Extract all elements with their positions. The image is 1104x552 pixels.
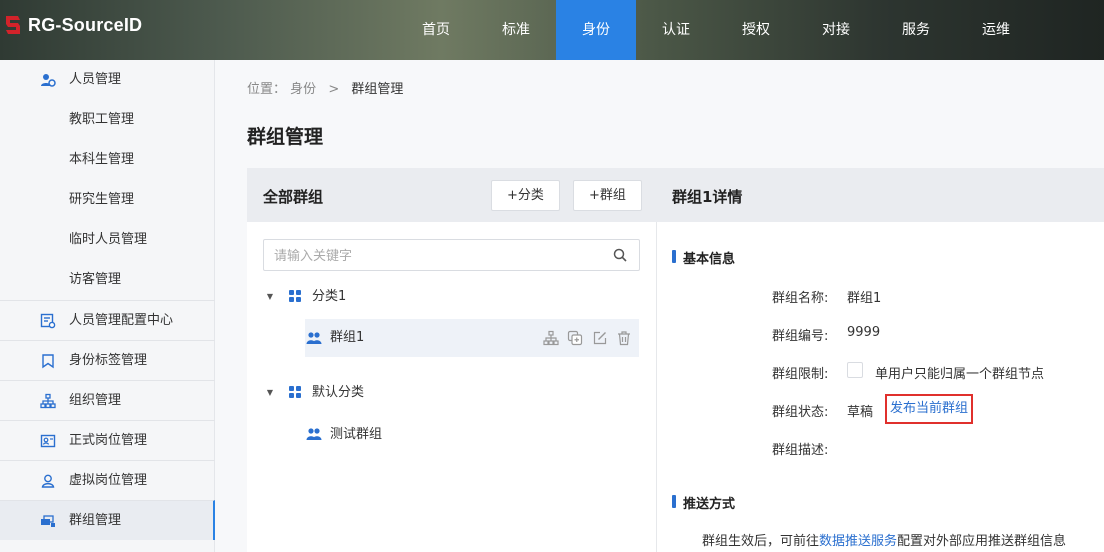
data-push-service-link[interactable]: 数据推送服务 <box>819 534 897 549</box>
sidebar-item-visitor[interactable]: 访客管理 <box>0 260 215 300</box>
category-icon <box>289 386 302 399</box>
nav-identity[interactable]: 身份 <box>556 0 636 60</box>
group-users-icon <box>306 331 322 349</box>
sidebar-item-label: 虚拟岗位管理 <box>69 473 148 488</box>
sidebar-item-label: 研究生管理 <box>69 192 135 207</box>
search-input[interactable] <box>274 246 604 266</box>
config-center-icon <box>40 313 56 329</box>
sidebar-item-staff[interactable]: 教职工管理 <box>0 100 215 140</box>
group-desc-label: 群组描述: <box>772 443 829 458</box>
sidebar-item-label: 正式岗位管理 <box>69 433 148 448</box>
group-limit-text: 单用户只能归属一个群组节点 <box>875 367 1045 382</box>
sidebar-item-label: 人员管理配置中心 <box>69 313 174 328</box>
push-text-suffix: 配置对外部应用推送群组信息 <box>897 534 1067 549</box>
page-title: 群组管理 <box>247 126 324 148</box>
section-marker <box>672 250 676 263</box>
group-limit-label: 群组限制: <box>772 367 829 382</box>
tree-group-label: 群组1 <box>330 330 365 345</box>
nav-authorization[interactable]: 授权 <box>716 0 796 60</box>
nav-home[interactable]: 首页 <box>396 0 476 60</box>
group-status-value: 草稿 <box>847 405 874 420</box>
group-limit-checkbox[interactable] <box>847 362 863 378</box>
category-icon <box>289 290 302 303</box>
group-users-icon <box>306 427 322 445</box>
panel-divider <box>656 222 657 552</box>
sidebar-item-identity-tags[interactable]: 身份标签管理 <box>0 340 215 380</box>
sidebar-item-label: 组织管理 <box>69 393 122 408</box>
org-tree-icon <box>40 393 56 409</box>
left-panel-title: 全部群组 <box>263 188 324 206</box>
breadcrumb-separator: > <box>328 82 340 97</box>
add-group-button[interactable]: +群组 <box>573 180 642 211</box>
right-panel-title: 群组1详情 <box>672 188 743 206</box>
nav-service[interactable]: 服务 <box>876 0 956 60</box>
sidebar-item-config-center[interactable]: 人员管理配置中心 <box>0 300 215 340</box>
breadcrumb-parent[interactable]: 身份 <box>290 82 316 97</box>
logo-mark-icon <box>4 14 22 36</box>
group-code-label: 群组编号: <box>772 329 829 344</box>
sidebar-item-label: 访客管理 <box>69 272 122 287</box>
push-description: 群组生效后，可前往数据推送服务配置对外部应用推送群组信息 <box>702 530 1066 549</box>
group-card: 全部群组 +分类 +群组 群组1详情 ▼ 分类1 群组1 <box>247 168 1104 552</box>
group-status-label: 群组状态: <box>772 405 829 420</box>
push-method-title: 推送方式 <box>683 497 736 512</box>
main-content: 位置： 身份 > 群组管理 群组管理 全部群组 +分类 +群组 群组1详情 ▼ … <box>215 60 1104 552</box>
nav-auth[interactable]: 认证 <box>636 0 716 60</box>
top-header: RG-SourceID 首页 标准 身份 认证 授权 对接 服务 运维 <box>0 0 1104 60</box>
sidebar-item-label: 临时人员管理 <box>69 232 148 247</box>
user-admin-icon <box>40 72 56 88</box>
group-icon <box>40 513 56 529</box>
nav-integration[interactable]: 对接 <box>796 0 876 60</box>
breadcrumb: 位置： 身份 > 群组管理 <box>247 78 403 97</box>
sidebar-item-undergrad[interactable]: 本科生管理 <box>0 140 215 180</box>
logo[interactable]: RG-SourceID <box>4 13 142 37</box>
group-name-value: 群组1 <box>847 291 882 306</box>
search-icon[interactable] <box>613 248 627 262</box>
sidebar: 人员管理 教职工管理 本科生管理 研究生管理 临时人员管理 访客管理 人员管理配… <box>0 60 215 552</box>
sidebar-item-label: 本科生管理 <box>69 152 135 167</box>
group-code-value: 9999 <box>847 325 881 340</box>
delete-icon[interactable] <box>616 330 632 346</box>
edit-icon[interactable] <box>592 330 608 346</box>
logo-text: RG-SourceID <box>28 14 143 35</box>
expand-caret-icon[interactable]: ▼ <box>265 292 275 301</box>
group-name-label: 群组名称: <box>772 291 829 306</box>
add-category-button[interactable]: +分类 <box>491 180 560 211</box>
sidebar-item-personnel[interactable]: 人员管理 <box>0 60 215 100</box>
section-marker <box>672 495 676 508</box>
sidebar-item-virtual-post[interactable]: 虚拟岗位管理 <box>0 460 215 500</box>
sidebar-item-org[interactable]: 组织管理 <box>0 380 215 420</box>
breadcrumb-prefix: 位置： <box>247 82 287 97</box>
push-text-prefix: 群组生效后，可前往 <box>702 534 820 549</box>
sidebar-item-group-mgmt[interactable]: 群组管理 <box>0 500 215 540</box>
search-box <box>263 239 640 271</box>
tree-category[interactable]: 分类1 <box>312 278 346 316</box>
org-structure-icon[interactable] <box>543 330 559 346</box>
copy-add-icon[interactable] <box>567 330 583 346</box>
tree-category[interactable]: 默认分类 <box>312 374 364 412</box>
sidebar-item-formal-post[interactable]: 正式岗位管理 <box>0 420 215 460</box>
tree-group-label[interactable]: 测试群组 <box>330 416 382 454</box>
sidebar-item-grad[interactable]: 研究生管理 <box>0 180 215 220</box>
sidebar-item-temp[interactable]: 临时人员管理 <box>0 220 215 260</box>
sidebar-item-label: 教职工管理 <box>69 112 135 127</box>
basic-info-title: 基本信息 <box>683 252 736 267</box>
virtual-user-icon <box>40 473 56 489</box>
breadcrumb-current: 群组管理 <box>351 82 404 97</box>
nav-standard[interactable]: 标准 <box>476 0 556 60</box>
id-card-icon <box>40 433 56 449</box>
sidebar-item-label: 人员管理 <box>69 72 122 87</box>
sidebar-item-label: 群组管理 <box>69 513 122 528</box>
publish-group-link[interactable]: 发布当前群组 <box>885 394 974 424</box>
nav-ops[interactable]: 运维 <box>956 0 1036 60</box>
expand-caret-icon[interactable]: ▼ <box>265 388 275 397</box>
main-nav: 首页 标准 身份 认证 授权 对接 服务 运维 <box>396 0 1036 60</box>
sidebar-item-label: 身份标签管理 <box>69 353 148 368</box>
bookmark-icon <box>40 353 56 369</box>
